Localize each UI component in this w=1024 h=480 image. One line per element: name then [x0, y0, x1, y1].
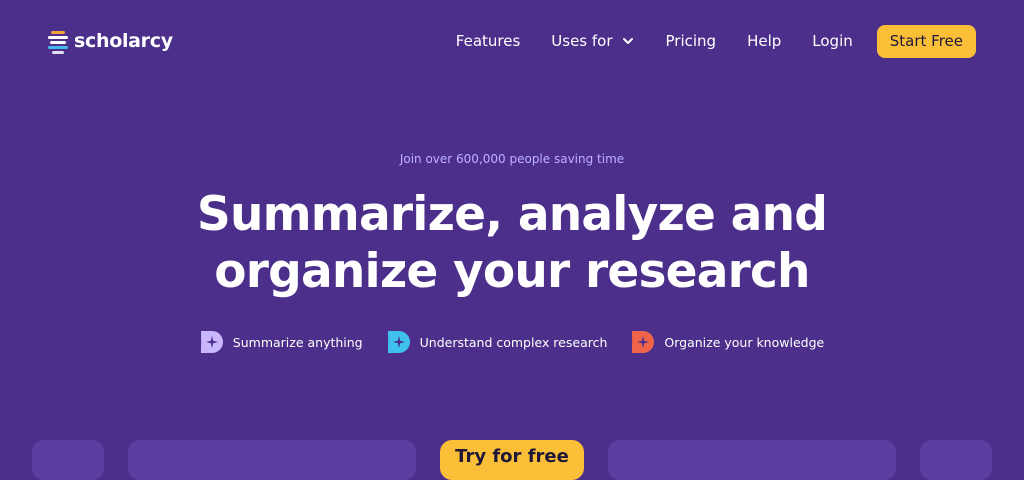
hero-headline: Summarize, analyze and organize your res…: [0, 186, 1024, 300]
preview-card: [32, 440, 104, 480]
feature-item-organize: Organize your knowledge: [631, 330, 824, 354]
feature-label-understand: Understand complex research: [419, 334, 608, 350]
sparkle-bubble-icon: [632, 331, 655, 353]
scholarcy-logo[interactable]: scholarcy: [48, 27, 173, 55]
feature-label-summarize: Summarize anything: [232, 334, 363, 350]
feature-item-understand: Understand complex research: [387, 330, 608, 354]
feature-item-summarize: Summarize anything: [200, 330, 363, 354]
hero-headline-line-1: Summarize, analyze and: [196, 187, 828, 242]
nav-pricing-link[interactable]: Pricing: [666, 32, 717, 50]
hero-eyebrow: Join over 600,000 people saving time: [399, 152, 625, 166]
preview-card: [128, 440, 416, 480]
nav-uses-for-dropdown[interactable]: Uses for: [551, 32, 634, 50]
feature-list: Summarize anything Understand complex re…: [0, 330, 1024, 354]
logo-mark-icon: [48, 30, 68, 54]
nav-login-link[interactable]: Login: [812, 32, 852, 50]
sparkle-bubble-icon: [200, 331, 223, 353]
chevron-down-icon: [622, 38, 633, 44]
try-for-free-button[interactable]: Try for free: [440, 440, 584, 480]
nav-help-link[interactable]: Help: [747, 32, 781, 50]
feature-label-organize: Organize your knowledge: [664, 334, 825, 350]
top-navigation: scholarcy Features Uses for Pricing Help…: [0, 0, 1024, 82]
logo-text: scholarcy: [74, 30, 173, 52]
nav-links: Features Uses for Pricing Help Login Sta…: [456, 24, 976, 58]
start-free-button[interactable]: Start Free: [876, 24, 976, 58]
preview-card: [608, 440, 896, 480]
preview-card: [920, 440, 992, 480]
sparkle-bubble-icon: [387, 331, 410, 353]
nav-features-link[interactable]: Features: [456, 32, 521, 50]
hero-headline-line-2: organize your research: [214, 244, 810, 299]
try-for-free-label: Try for free: [455, 446, 569, 467]
nav-uses-for-label: Uses for: [551, 32, 613, 50]
